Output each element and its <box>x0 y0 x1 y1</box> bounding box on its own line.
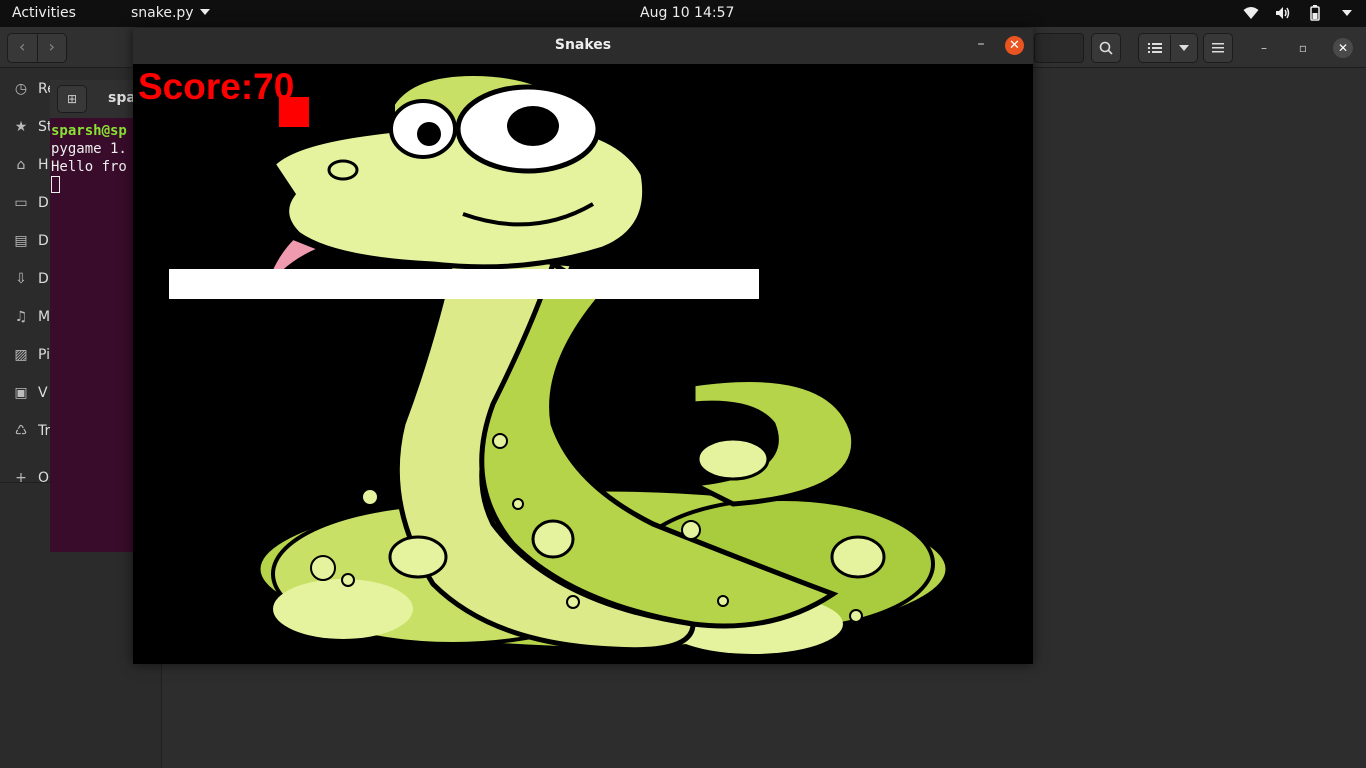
search-icon <box>1099 41 1113 55</box>
minimize-icon[interactable]: – <box>971 35 991 55</box>
caret-down-icon <box>199 9 210 15</box>
path-bar[interactable] <box>1034 33 1084 63</box>
close-icon[interactable]: ✕ <box>1005 36 1024 55</box>
new-tab-icon[interactable]: ⊞ <box>57 85 87 113</box>
sidebar-item-pictures[interactable]: ▨ Pi <box>12 345 50 365</box>
terminal-line: pygame 1. <box>51 141 127 157</box>
wifi-icon[interactable] <box>1242 4 1260 22</box>
system-tray[interactable] <box>1242 4 1356 22</box>
picture-icon: ▨ <box>14 347 28 363</box>
sidebar-item-downloads[interactable]: ⇩ D <box>12 269 49 289</box>
volume-icon[interactable] <box>1274 4 1292 22</box>
window-title: Snakes <box>554 37 612 53</box>
snake-background-image <box>255 71 951 654</box>
sidebar-item-other-locations[interactable]: + O <box>12 468 49 488</box>
activities-button[interactable]: Activities <box>12 5 76 21</box>
forward-icon[interactable]: › <box>38 34 67 62</box>
terminal-prompt: sparsh@sp <box>51 123 127 139</box>
sidebar-item-music[interactable]: ♫ M <box>12 307 50 327</box>
search-button[interactable] <box>1091 33 1121 63</box>
caret-down-icon[interactable] <box>1338 4 1356 22</box>
battery-icon[interactable] <box>1306 4 1324 22</box>
document-icon: ▤ <box>14 233 28 249</box>
terminal-cursor <box>51 176 60 193</box>
navigation-buttons: ‹ › <box>7 33 67 63</box>
clock[interactable]: Aug 10 14:57 <box>640 5 734 21</box>
sidebar-item-home[interactable]: ⌂ H <box>12 155 49 175</box>
terminal-line: Hello fro <box>51 159 127 175</box>
trash-icon: ♺ <box>14 423 28 439</box>
app-menu[interactable]: snake.py <box>131 5 210 21</box>
desktop-icon: ▭ <box>14 195 28 211</box>
download-icon: ⇩ <box>15 271 27 287</box>
close-icon[interactable]: ✕ <box>1333 38 1353 58</box>
terminal-output[interactable]: sparsh@sp pygame 1. Hello fro <box>51 122 127 195</box>
terminal-title: spa <box>108 90 136 106</box>
sidebar-item-trash[interactable]: ♺ Tr <box>12 421 51 441</box>
minimize-icon[interactable]: – <box>1254 38 1274 58</box>
maximize-icon[interactable]: ▫ <box>1293 38 1313 58</box>
game-canvas[interactable]: Score:70 <box>133 64 1033 664</box>
snakes-titlebar[interactable]: Snakes – ✕ <box>133 28 1033 65</box>
menu-button[interactable] <box>1203 33 1233 63</box>
view-options-button[interactable] <box>1138 33 1198 63</box>
app-menu-label: snake.py <box>131 5 194 21</box>
snakes-window[interactable]: Snakes – ✕ Score:70 <box>133 28 1033 664</box>
top-bar: Activities snake.py Aug 10 14:57 <box>0 0 1366 27</box>
sidebar-item-desktop[interactable]: ▭ D <box>12 193 48 213</box>
list-view-icon <box>1147 43 1162 53</box>
back-icon[interactable]: ‹ <box>8 34 38 62</box>
hamburger-icon <box>1212 43 1224 53</box>
sidebar-item-documents[interactable]: ▤ D <box>12 231 48 251</box>
sidebar-item-starred[interactable]: ★ St <box>12 117 53 137</box>
snake-body <box>169 269 759 299</box>
sidebar-item-videos[interactable]: ▣ V <box>12 383 47 403</box>
star-icon: ★ <box>14 119 28 135</box>
chevron-down-icon <box>1178 45 1189 51</box>
video-icon: ▣ <box>14 385 28 401</box>
plus-icon: + <box>15 470 27 486</box>
score-label: Score:70 <box>138 66 295 107</box>
music-icon: ♫ <box>14 309 28 325</box>
clock-icon: ◷ <box>14 81 28 97</box>
home-icon: ⌂ <box>16 157 26 173</box>
